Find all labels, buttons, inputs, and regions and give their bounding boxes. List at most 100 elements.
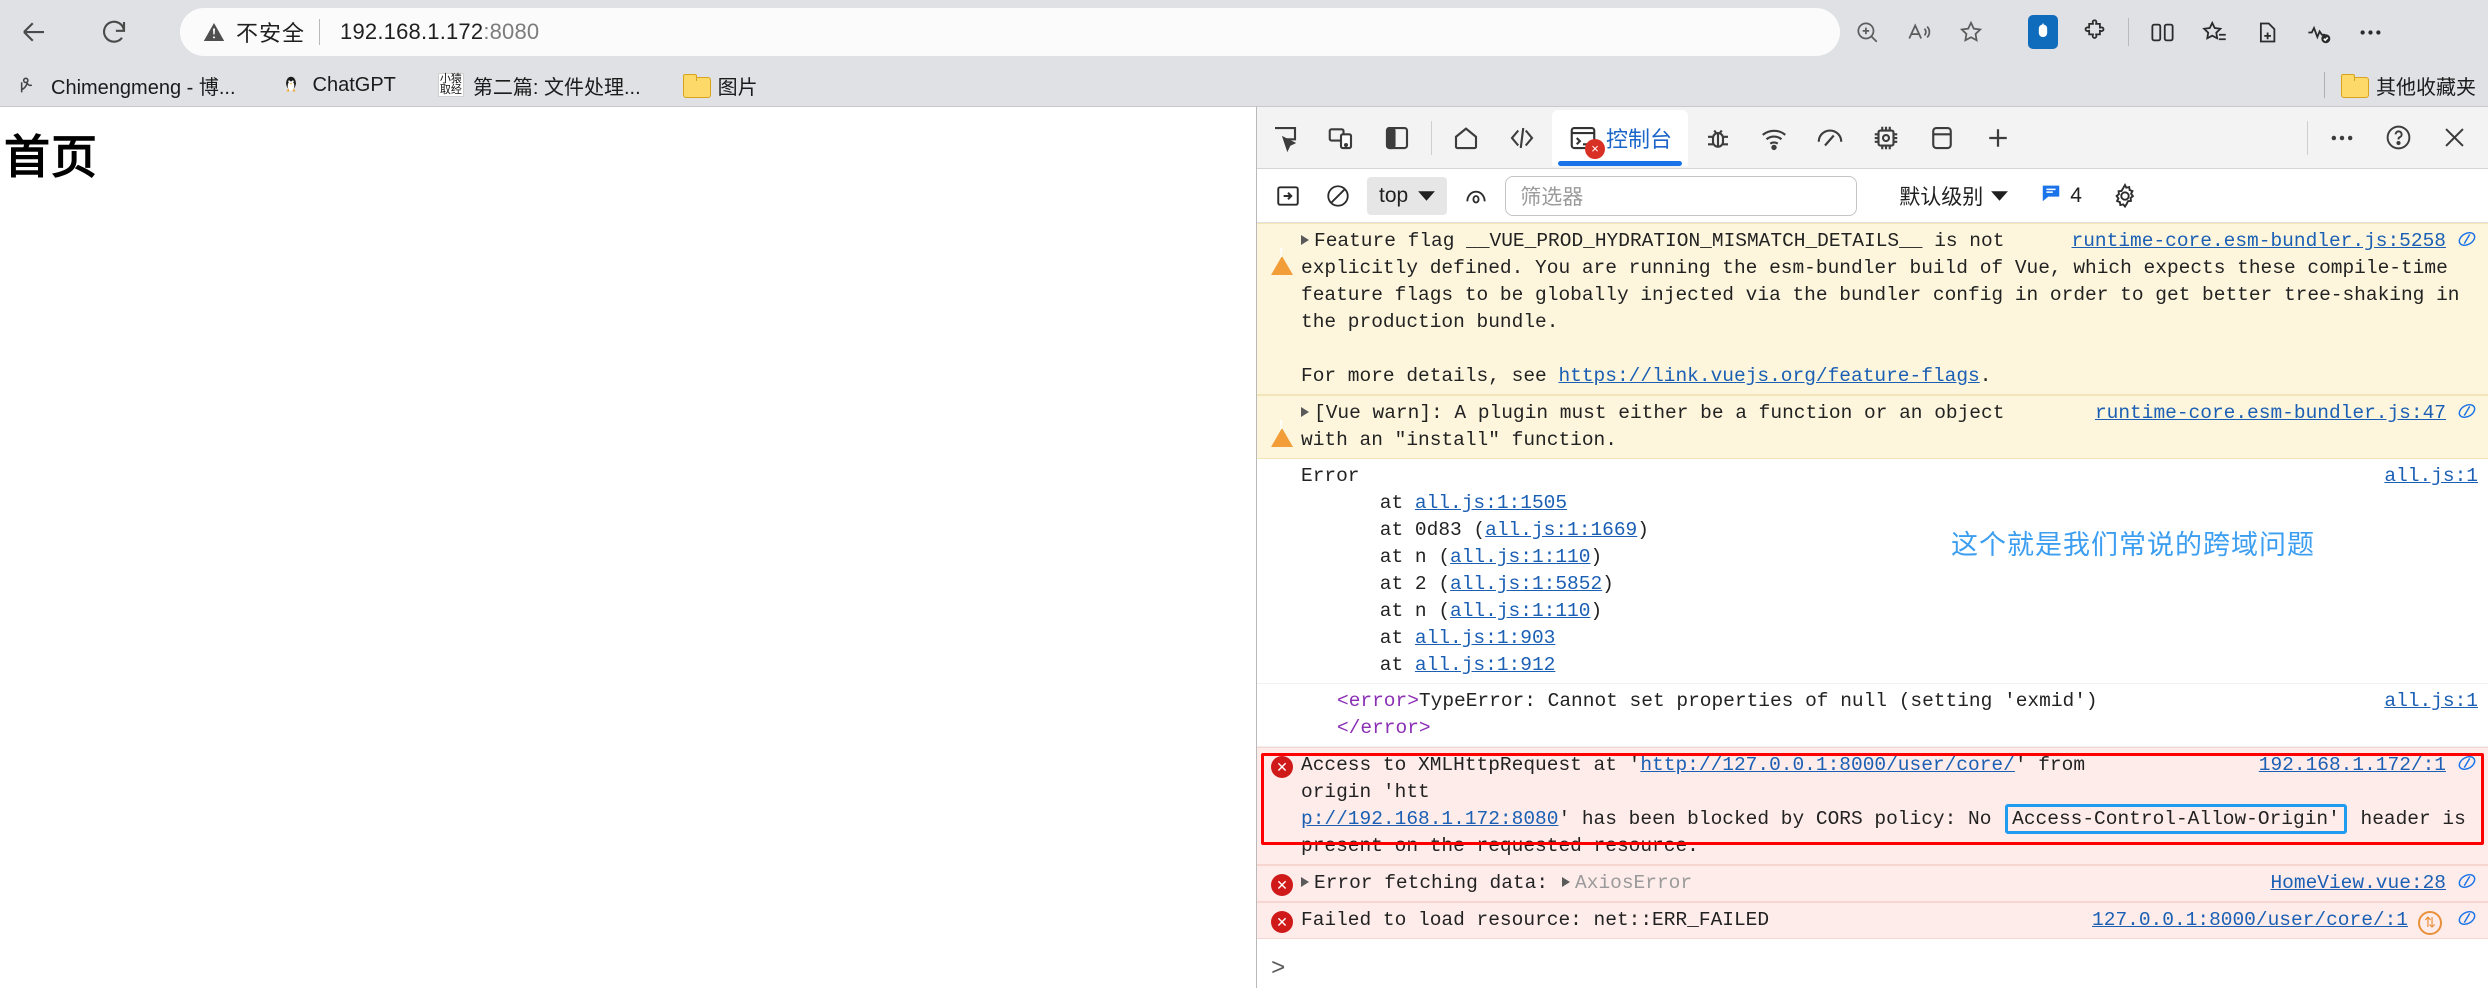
console-source-link[interactable]: runtime-core.esm-bundler.js:5258	[2072, 228, 2446, 255]
console-message-text: feature flags to be globally injected vi…	[1301, 284, 2460, 306]
browser-window: 不安全 192.168.1.172:8080 Chimengmeng - 博..…	[0, 0, 2488, 989]
address-bar[interactable]: 不安全 192.168.1.172:8080	[180, 8, 1840, 56]
copilot-icon[interactable]	[2020, 9, 2066, 55]
application-database-icon[interactable]	[1914, 112, 1970, 164]
stack-link[interactable]: all.js:1:5852	[1450, 573, 1602, 595]
read-aloud-icon[interactable]	[1897, 10, 1941, 54]
close-icon[interactable]	[2426, 112, 2482, 164]
browser-essentials-icon[interactable]	[2295, 9, 2341, 55]
console-row-warning-feature-flag[interactable]: Feature flag __VUE_PROD_HYDRATION_MISMAT…	[1257, 223, 2488, 395]
inspect-element-icon[interactable]	[1257, 112, 1313, 164]
stack-line: at 2 (all.js:1:5852)	[1333, 573, 1614, 595]
expand-triangle-icon[interactable]	[1301, 235, 1309, 245]
cors-origin-url-link[interactable]: p://192.168.1.172:8080	[1301, 808, 1558, 830]
issues-count-label: 4	[2070, 183, 2082, 207]
favorite-star-icon[interactable]	[1949, 10, 1993, 54]
home-icon[interactable]	[1438, 112, 1494, 164]
console-source-link[interactable]: HomeView.vue:28	[2270, 870, 2446, 897]
add-tab-icon[interactable]	[1970, 112, 2026, 164]
cors-request-url-link[interactable]: http://127.0.0.1:8000/user/core/	[1640, 754, 2014, 776]
more-options-icon[interactable]	[2314, 112, 2370, 164]
extensions-puzzle-icon[interactable]	[2072, 9, 2118, 55]
expand-triangle-icon[interactable]	[1301, 877, 1309, 887]
console-row-error-tag[interactable]: <error>TypeError: Cannot set properties …	[1257, 684, 2488, 747]
console-error-badge: ×	[1585, 138, 1605, 159]
folder-icon	[682, 72, 711, 98]
browser-settings-more-icon[interactable]	[2347, 9, 2393, 55]
xiaoyuan-icon: 小猿 取经	[437, 73, 464, 97]
cors-header-highlight: Access-Control-Allow-Origin'	[2005, 804, 2347, 834]
expand-triangle-icon[interactable]	[1562, 877, 1571, 887]
elements-code-icon[interactable]	[1494, 112, 1550, 164]
bookmark-tupian[interactable]: 图片	[673, 68, 768, 102]
stack-link[interactable]: all.js:1:912	[1415, 654, 1555, 676]
source-map-icon[interactable]	[2456, 752, 2478, 783]
memory-chip-icon[interactable]	[1858, 112, 1914, 164]
source-map-icon[interactable]	[2456, 228, 2478, 259]
stack-link[interactable]: all.js:1:110	[1450, 600, 1590, 622]
source-map-icon[interactable]	[2456, 870, 2478, 901]
tab-console[interactable]: × 控制台	[1552, 109, 1689, 166]
source-map-icon[interactable]	[2456, 907, 2478, 938]
network-wifi-icon[interactable]	[1746, 112, 1802, 164]
console-source-link[interactable]: 192.168.1.172/:1	[2259, 752, 2446, 779]
expand-triangle-icon[interactable]	[1301, 407, 1309, 417]
help-icon[interactable]	[2370, 112, 2426, 164]
bookmark-chimengmeng[interactable]: Chimengmeng - 博...	[6, 68, 246, 102]
chevron-down-icon	[1418, 184, 1436, 208]
bookmark-wenjianchuli[interactable]: 小猿 取经 第二篇: 文件处理...	[428, 68, 651, 102]
console-row-error-axios[interactable]: ✕ Error fetching data: AxiosError HomeVie…	[1257, 865, 2488, 902]
console-source-link[interactable]: 127.0.0.1:8000/user/core/:1	[2092, 907, 2408, 934]
console-row-warning-vue-plugin[interactable]: [Vue warn]: A plugin must either be a fu…	[1257, 395, 2488, 459]
filter-placeholder: 筛选器	[1520, 185, 1584, 209]
warning-icon	[1271, 232, 1293, 275]
bookmarks-bar: Chimengmeng - 博... ChatGPT 小猿 取经 第二篇: 文件…	[0, 64, 2488, 106]
dock-panel-icon[interactable]	[1369, 112, 1425, 164]
stack-link[interactable]: all.js:1:903	[1415, 627, 1555, 649]
console-message-list[interactable]: Feature flag __VUE_PROD_HYDRATION_MISMAT…	[1257, 223, 2488, 989]
add-tab-to-collection-icon[interactable]	[2243, 9, 2289, 55]
settings-gear-icon[interactable]	[2104, 176, 2146, 216]
live-expression-icon[interactable]	[1455, 176, 1497, 216]
issues-counter[interactable]: 4	[2040, 182, 2082, 210]
stack-link[interactable]: all.js:1:1505	[1415, 492, 1567, 514]
console-message-text: present on the requested resource.	[1301, 835, 1699, 857]
console-row-error-cors[interactable]: ✕ Access to XMLHttpRequest at 'http://12…	[1257, 747, 2488, 865]
network-issue-badge-icon[interactable]: ⇅	[2418, 909, 2442, 936]
device-toolbar-icon[interactable]	[1313, 112, 1369, 164]
zoom-icon[interactable]	[1845, 10, 1889, 54]
bug-icon[interactable]	[1690, 112, 1746, 164]
back-button[interactable]	[8, 6, 60, 58]
console-row-error-failed-resource[interactable]: ✕ Failed to load resource: net::ERR_FAIL…	[1257, 902, 2488, 939]
collections-star-icon[interactable]	[2191, 9, 2237, 55]
source-map-icon[interactable]	[2456, 400, 2478, 431]
browser-extensions-bar	[2020, 8, 2393, 56]
filter-input[interactable]: 筛选器	[1505, 175, 1858, 216]
console-prompt[interactable]: >	[1271, 956, 1285, 983]
not-secure-icon	[202, 20, 226, 44]
toolbar-divider	[2128, 18, 2129, 46]
log-level-label: 默认级别	[1899, 185, 1984, 209]
devtools-toolbar: × 控制台	[1257, 107, 2488, 169]
stack-link[interactable]: all.js:1:1669	[1485, 519, 1637, 541]
stack-link[interactable]: all.js:1:110	[1450, 546, 1590, 568]
performance-gauge-icon[interactable]	[1802, 112, 1858, 164]
console-source-link[interactable]: runtime-core.esm-bundler.js:47	[2095, 400, 2446, 427]
log-level-selector[interactable]: 默认级别	[1899, 181, 2009, 211]
execution-context-selector[interactable]: top	[1367, 176, 1448, 215]
reload-button[interactable]	[88, 6, 140, 58]
console-source-link[interactable]: all.js:1	[2384, 463, 2478, 490]
error-icon: ✕	[1271, 874, 1293, 896]
split-screen-icon[interactable]	[2139, 9, 2185, 55]
folder-icon	[2341, 72, 2369, 98]
clear-console-icon[interactable]	[1317, 176, 1359, 216]
console-source-link[interactable]: all.js:1	[2384, 688, 2478, 715]
console-sidebar-icon[interactable]	[1267, 176, 1309, 216]
stack-line: at all.js:1:1505	[1333, 492, 1568, 514]
vue-feature-flags-link[interactable]: https://link.vuejs.org/feature-flags	[1558, 365, 1979, 387]
console-row-error-stack[interactable]: Error all.js:1 at all.js:1:1505 at 0d83 …	[1257, 459, 2488, 684]
bookmark-chatgpt[interactable]: ChatGPT	[268, 68, 406, 102]
other-favorites[interactable]: 其他收藏夹	[2324, 71, 2476, 100]
issue-bubble-icon	[2040, 182, 2062, 210]
chevron-down-icon	[1991, 184, 2009, 208]
